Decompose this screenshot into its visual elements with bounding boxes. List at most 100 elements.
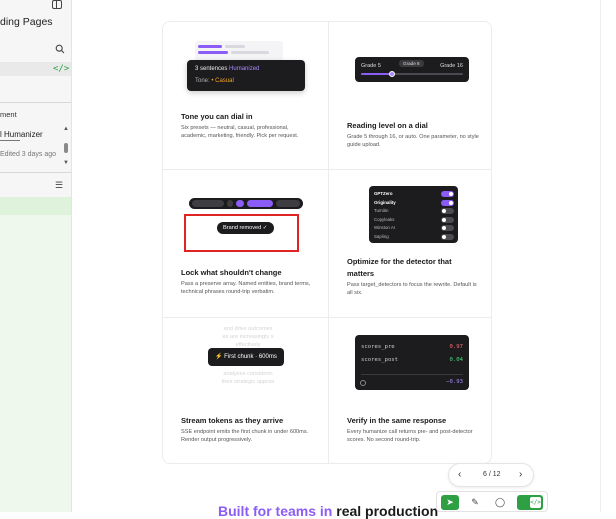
sidebar-green-area	[0, 197, 71, 512]
slide-pager: ‹ 6 / 12 ›	[448, 463, 534, 487]
detector-toggle	[441, 216, 454, 223]
detector-name: Winston AI	[374, 225, 395, 230]
section-headline: Built for teams in real production	[218, 503, 438, 519]
stream-ghost-text: and drive outcomes	[223, 326, 273, 332]
detector-toggle-list: GPTZero Originality Turnitin Copyleaks Winst…	[369, 186, 458, 243]
sidebar-title: ding Pages	[0, 16, 53, 28]
sidebar-section-label: ment	[0, 110, 17, 119]
stream-ghost-text: analyses considerin	[223, 371, 273, 377]
detector-row: GPTZero	[374, 191, 454, 199]
code-icon[interactable]: </>	[53, 64, 69, 74]
edit-toolbar: ➤ ✎ ◯ </>	[436, 491, 548, 512]
pointer-tool-icon[interactable]: ➤	[441, 495, 459, 510]
sidebar-item-name[interactable]: l Humanizer	[0, 130, 43, 139]
feature-grid: 3 sentences Humanized Tone: • Casual Ton…	[162, 21, 492, 464]
sidebar: ding Pages </> ment l Humanizer Edited 3…	[0, 0, 72, 512]
score-preview-box: scores_pre 0.97 scores_post 0.04 −0.93	[355, 335, 469, 390]
preserve-token-strip	[189, 198, 303, 209]
scroll-down-icon[interactable]: ▼	[63, 160, 69, 166]
card-description: Pass target_detectors to focus the rewri…	[347, 282, 477, 296]
feature-card-verify: scores_pre 0.97 scores_post 0.04 −0.93 V…	[329, 318, 493, 465]
slide-counter: 6 / 12	[483, 471, 501, 478]
detector-row: Copyleaks	[374, 216, 454, 225]
detector-row: Originality	[374, 199, 454, 208]
detector-toggle	[441, 199, 454, 206]
score-value: 0.97	[449, 344, 463, 350]
tone-sentences: 3 sentences	[195, 66, 228, 72]
slider-max-label: Grade 16	[440, 63, 463, 69]
card-title: Tone you can dial in	[181, 112, 253, 121]
card-title: Stream tokens as they arrive	[181, 416, 284, 425]
score-delta: −0.93	[446, 379, 463, 385]
detector-toggle	[441, 225, 454, 231]
slider-fill	[361, 73, 392, 75]
tone-humanized-label: Humanized	[229, 66, 260, 72]
lightning-icon: ⚡	[215, 354, 223, 360]
score-value: 0.04	[449, 357, 463, 363]
pen-tool-icon[interactable]: ✎	[466, 495, 484, 510]
detector-row: Sapling	[374, 233, 454, 242]
brand-removed-badge: Brand removed ✓	[217, 222, 274, 234]
tone-preview-bars	[195, 41, 283, 61]
headline-accent: Built for teams in	[218, 503, 333, 519]
sidebar-divider	[0, 102, 71, 103]
tone-label: Tone:	[195, 78, 210, 84]
search-icon[interactable]	[55, 44, 65, 54]
detector-name: Turnitin	[374, 208, 389, 213]
card-description: SSE endpoint emits the first chunk in un…	[181, 429, 309, 443]
tone-preview-box: 3 sentences Humanized Tone: • Casual	[187, 60, 305, 91]
next-slide-button[interactable]: ›	[519, 469, 522, 480]
detector-row: Winston AI	[374, 225, 454, 233]
target-icon	[360, 380, 366, 386]
detector-name: Originality	[374, 199, 396, 205]
feature-card-tone: 3 sentences Humanized Tone: • Casual Ton…	[163, 22, 327, 169]
feature-card-reading-level: Grade 5 Grade 8 Grade 16 Reading level o…	[329, 22, 493, 169]
detector-toggle	[441, 233, 454, 240]
sidebar-green-row[interactable]	[0, 197, 71, 215]
slider-min-label: Grade 5	[361, 63, 381, 69]
prev-slide-button[interactable]: ‹	[458, 469, 461, 480]
feature-card-streaming: and drive outcomes es are increasingly s…	[163, 318, 327, 465]
detector-name: GPTZero	[374, 191, 393, 196]
card-description: Every humanize call returns pre- and pos…	[347, 429, 473, 443]
first-chunk-pill: ⚡ First chunk · 600ms	[208, 348, 284, 366]
card-title: Lock what shouldn't change	[181, 268, 282, 277]
sidebar-item-timestamp: Edited 3 days ago	[0, 151, 57, 158]
slider-knob	[388, 71, 395, 77]
slider-track	[361, 71, 463, 77]
code-icon: </>	[530, 497, 541, 508]
detector-toggle	[441, 208, 454, 214]
code-view-toggle[interactable]: </>	[517, 495, 543, 510]
sidebar-item-clipped-line	[0, 140, 20, 144]
filter-icon[interactable]: ☰	[55, 180, 63, 191]
feature-card-preserve: Brand removed ✓ Lock what shouldn't chan…	[163, 170, 327, 317]
first-chunk-label: First chunk · 600ms	[224, 354, 277, 360]
detector-toggle	[441, 191, 454, 197]
detector-name: Sapling	[374, 233, 389, 239]
headline-rest: real production	[332, 503, 439, 519]
slider-value-pill: Grade 8	[399, 60, 424, 67]
tone-value: • Casual	[211, 78, 234, 84]
right-edge-line	[600, 0, 601, 512]
score-key: scores_pre	[361, 344, 395, 350]
card-title: Optimize for the detector that	[347, 257, 452, 266]
panel-toggle-icon[interactable]	[52, 0, 62, 9]
stream-ghost-text: es are increasingly s	[222, 334, 274, 340]
feature-card-detectors: GPTZero Originality Turnitin Copyleaks Winst…	[329, 170, 493, 317]
card-title: Verify in the same response	[347, 416, 447, 425]
reading-level-slider: Grade 5 Grade 8 Grade 16	[355, 57, 469, 82]
scroll-up-icon[interactable]: ▲	[63, 126, 69, 132]
card-description: Grade 5 through 16, or auto. One paramet…	[347, 134, 479, 148]
detector-row: Turnitin	[374, 208, 454, 216]
stream-ghost-text: their strategic approa	[221, 379, 275, 385]
card-title: Reading level on a dial	[347, 121, 428, 130]
comment-tool-icon[interactable]: ◯	[491, 495, 509, 510]
sidebar-scrollbar[interactable]	[64, 143, 68, 153]
clipped-heading: · · · · · ·	[250, 0, 380, 3]
sidebar-divider	[0, 172, 71, 173]
detector-name: Copyleaks	[374, 216, 395, 222]
score-divider	[361, 374, 463, 375]
card-title-continued: matters	[347, 269, 375, 278]
score-key: scores_post	[361, 357, 399, 363]
card-description: Pass a preserve array. Named entities, b…	[181, 281, 311, 295]
